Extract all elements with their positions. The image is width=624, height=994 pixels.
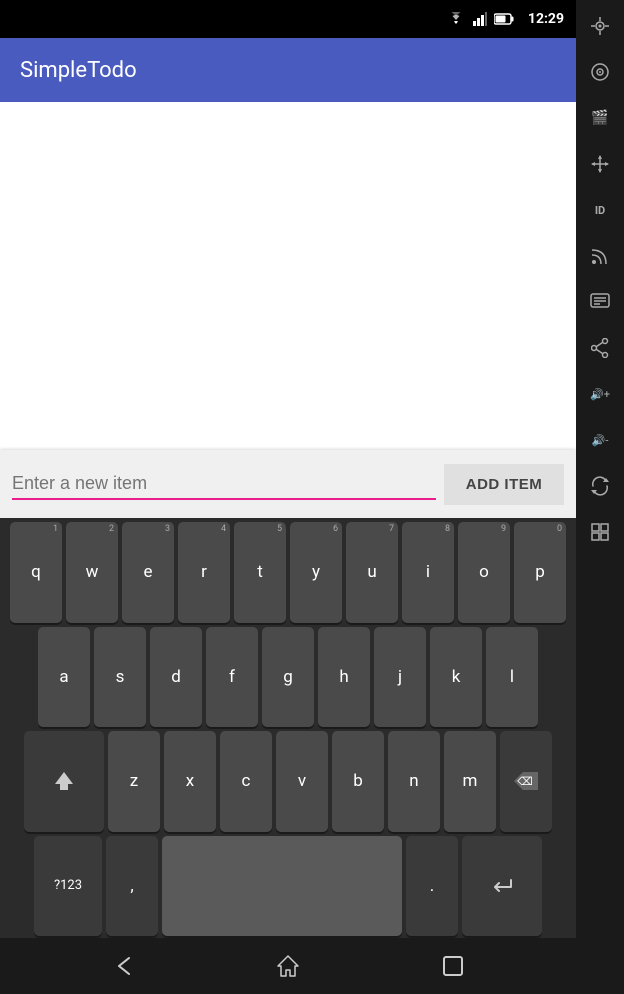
key-n[interactable]: n xyxy=(388,731,440,832)
key-w[interactable]: 2w xyxy=(66,522,118,623)
key-o[interactable]: 9o xyxy=(458,522,510,623)
new-item-input[interactable] xyxy=(12,469,436,498)
key-r[interactable]: 4r xyxy=(178,522,230,623)
keyboard-row-1: 1q 2w 3e 4r 5t 6y 7u 8i 9o 0p xyxy=(2,522,574,623)
sys-chat-icon xyxy=(580,280,620,324)
sys-share-icon xyxy=(580,326,620,370)
sys-rss-icon xyxy=(580,234,620,278)
sys-gps-icon xyxy=(580,4,620,48)
sys-scale-icon xyxy=(580,510,620,554)
content-area: ADD ITEM xyxy=(0,102,576,518)
key-c[interactable]: c xyxy=(220,731,272,832)
keyboard-row-4: ?123 , . xyxy=(2,836,574,937)
sys-id-icon: ID xyxy=(580,188,620,232)
sys-volume-up-icon: 🔊+ xyxy=(580,372,620,416)
key-i[interactable]: 8i xyxy=(402,522,454,623)
key-space[interactable] xyxy=(162,836,402,937)
home-icon xyxy=(276,954,300,978)
bottom-nav xyxy=(0,938,576,994)
key-p[interactable]: 0p xyxy=(514,522,566,623)
key-x[interactable]: x xyxy=(164,731,216,832)
key-symbols[interactable]: ?123 xyxy=(34,836,102,937)
status-time: 12:29 xyxy=(528,11,564,27)
key-s[interactable]: s xyxy=(94,627,146,728)
keyboard: 1q 2w 3e 4r 5t 6y 7u 8i 9o 0p a s d f g … xyxy=(0,518,576,938)
todo-list xyxy=(0,102,576,450)
add-item-button[interactable]: ADD ITEM xyxy=(444,464,564,505)
svg-text:⌫: ⌫ xyxy=(517,775,533,788)
key-f[interactable]: f xyxy=(206,627,258,728)
key-e[interactable]: 3e xyxy=(122,522,174,623)
key-u[interactable]: 7u xyxy=(346,522,398,623)
sys-rotate-icon xyxy=(580,464,620,508)
recents-icon xyxy=(442,955,464,977)
shift-icon xyxy=(53,770,75,792)
keyboard-row-2: a s d f g h j k l xyxy=(2,627,574,728)
sys-video-icon: 🎬 xyxy=(580,96,620,140)
key-delete[interactable]: ⌫ xyxy=(500,731,552,832)
key-z[interactable]: z xyxy=(108,731,160,832)
sys-volume-down-icon: 🔊- xyxy=(580,418,620,462)
back-button[interactable] xyxy=(93,946,153,986)
key-period[interactable]: . xyxy=(406,836,458,937)
key-b[interactable]: b xyxy=(332,731,384,832)
key-v[interactable]: v xyxy=(276,731,328,832)
key-comma[interactable]: , xyxy=(106,836,158,937)
key-shift[interactable] xyxy=(24,731,104,832)
enter-icon xyxy=(489,877,515,895)
key-l[interactable]: l xyxy=(486,627,538,728)
key-t[interactable]: 5t xyxy=(234,522,286,623)
app-bar: SimpleTodo xyxy=(0,38,576,102)
key-d[interactable]: d xyxy=(150,627,202,728)
app-title: SimpleTodo xyxy=(20,58,137,83)
key-a[interactable]: a xyxy=(38,627,90,728)
sys-move-icon xyxy=(580,142,620,186)
key-enter[interactable] xyxy=(462,836,542,937)
signal-icon xyxy=(473,12,487,26)
key-k[interactable]: k xyxy=(430,627,482,728)
input-underline xyxy=(12,498,436,500)
wifi-icon xyxy=(446,12,466,26)
key-g[interactable]: g xyxy=(262,627,314,728)
key-m[interactable]: m xyxy=(444,731,496,832)
battery-icon xyxy=(494,13,514,25)
key-h[interactable]: h xyxy=(318,627,370,728)
input-row: ADD ITEM xyxy=(0,450,576,518)
text-input-wrapper xyxy=(12,469,436,500)
back-icon xyxy=(111,954,135,978)
sys-camera-icon xyxy=(580,50,620,94)
delete-icon: ⌫ xyxy=(514,772,538,790)
key-j[interactable]: j xyxy=(374,627,426,728)
keyboard-row-3: z x c v b n m ⌫ xyxy=(2,731,574,832)
recents-button[interactable] xyxy=(423,946,483,986)
status-bar: 12:29 xyxy=(0,0,576,38)
key-y[interactable]: 6y xyxy=(290,522,342,623)
home-button[interactable] xyxy=(258,946,318,986)
system-bar: 🎬 ID xyxy=(576,0,624,994)
key-q[interactable]: 1q xyxy=(10,522,62,623)
